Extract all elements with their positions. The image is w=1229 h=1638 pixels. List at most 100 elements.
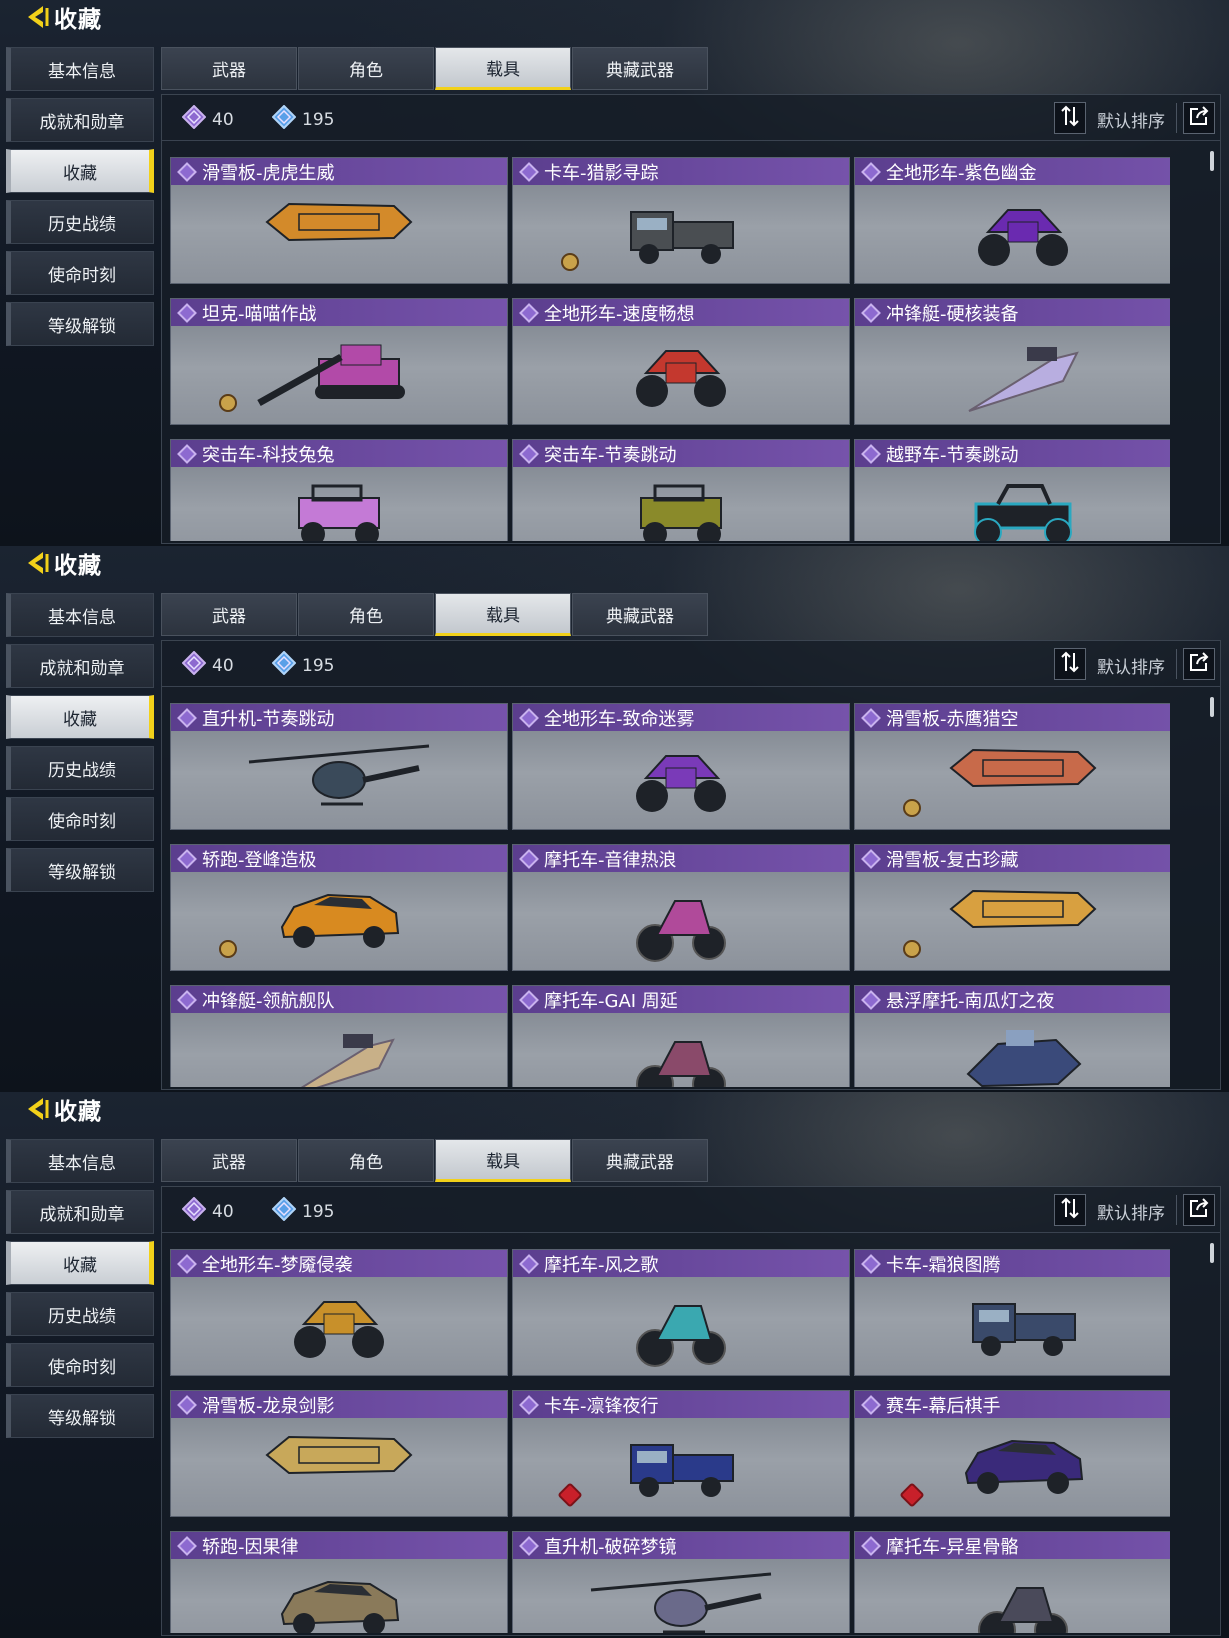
tab[interactable]: 角色 <box>298 593 434 636</box>
vehicle-card[interactable]: 越野车-节奏跳动 <box>854 439 1170 541</box>
vehicle-card[interactable]: 全地形车-致命迷雾 <box>512 703 850 830</box>
sidenav-item[interactable]: 历史战绩 <box>6 746 154 790</box>
vehicle-card[interactable]: 滑雪板-龙泉剑影 <box>170 1390 508 1517</box>
tab[interactable]: 典藏武器 <box>572 47 708 90</box>
sidenav-item[interactable]: 历史战绩 <box>6 1292 154 1336</box>
tab[interactable]: 武器 <box>161 593 297 636</box>
scrollbar[interactable] <box>1210 151 1214 171</box>
vehicle-card[interactable]: 冲锋艇-硬核装备 <box>854 298 1170 425</box>
purple-currency: 40 <box>181 1196 234 1226</box>
sidenav-item[interactable]: 等级解锁 <box>6 302 154 346</box>
vehicle-car-icon <box>274 1566 404 1633</box>
back-arrow-icon[interactable] <box>22 1094 52 1124</box>
scrollbar[interactable] <box>1210 697 1214 717</box>
tab[interactable]: 载具 <box>435 47 571 90</box>
sidenav-item[interactable]: 等级解锁 <box>6 1394 154 1438</box>
vehicle-card[interactable]: 摩托车-GAI 周延 <box>512 985 850 1087</box>
tab[interactable]: 角色 <box>298 1139 434 1182</box>
vehicle-name: 滑雪板-赤鹰猎空 <box>886 708 1019 730</box>
vehicle-name: 坦克-喵喵作战 <box>202 303 317 325</box>
vehicle-name: 摩托车-异星骨骼 <box>886 1536 1019 1558</box>
collection-screen: 收藏 基本信息 成就和勋章 收藏 历史战绩 使命时刻 等级解锁 武器 角色 载具 典藏武器 40 … <box>0 546 1229 1092</box>
sidenav-item[interactable]: 使命时刻 <box>6 251 154 295</box>
vehicle-card[interactable]: 直升机-破碎梦镜 <box>512 1531 850 1633</box>
sidenav-item[interactable]: 成就和勋章 <box>6 98 154 142</box>
sidenav-item[interactable]: 等级解锁 <box>6 848 154 892</box>
divider <box>1176 649 1177 679</box>
gold-badge-icon <box>903 799 921 817</box>
sort-button[interactable] <box>1054 1194 1086 1226</box>
vehicle-heli-icon <box>239 738 439 822</box>
vehicle-card[interactable]: 赛车-幕后棋手 <box>854 1390 1170 1517</box>
vehicle-name: 摩托车-风之歌 <box>544 1254 659 1276</box>
vehicle-truck-icon <box>621 192 741 276</box>
vehicle-card[interactable]: 突击车-科技兔兔 <box>170 439 508 541</box>
vehicle-card[interactable]: 突击车-节奏跳动 <box>512 439 850 541</box>
vehicle-card[interactable]: 卡车-猎影寻踪 <box>512 157 850 284</box>
card-header: 突击车-科技兔兔 <box>171 440 507 467</box>
back-arrow-icon[interactable] <box>22 548 52 578</box>
card-header: 摩托车-音律热浪 <box>513 845 849 872</box>
vehicle-card[interactable]: 坦克-喵喵作战 <box>170 298 508 425</box>
sidenav-item[interactable]: 收藏 <box>6 1241 154 1285</box>
vehicle-card[interactable]: 滑雪板-复古珍藏 <box>854 844 1170 971</box>
vehicle-card[interactable]: 卡车-霜狼图腾 <box>854 1249 1170 1376</box>
sort-label[interactable]: 默认排序 <box>1097 653 1165 678</box>
tab[interactable]: 武器 <box>161 47 297 90</box>
tab[interactable]: 角色 <box>298 47 434 90</box>
sidenav-item[interactable]: 基本信息 <box>6 47 154 91</box>
scrollbar[interactable] <box>1210 1243 1214 1263</box>
vehicle-card[interactable]: 摩托车-异星骨骼 <box>854 1531 1170 1633</box>
rarity-diamond-icon <box>519 707 539 728</box>
collection-content: 40 195 默认排序 全地形车-梦魇侵袭 摩托车-风之歌 卡车-霜狼图腾 滑雪… <box>161 1186 1221 1636</box>
tab[interactable]: 武器 <box>161 1139 297 1182</box>
sidenav-item[interactable]: 基本信息 <box>6 1139 154 1183</box>
tab[interactable]: 载具 <box>435 1139 571 1182</box>
sort-button[interactable] <box>1054 648 1086 680</box>
vehicle-card[interactable]: 摩托车-风之歌 <box>512 1249 850 1376</box>
purple-currency-value: 40 <box>212 109 234 130</box>
toolbar: 40 195 默认排序 <box>162 1187 1220 1233</box>
share-button[interactable] <box>1183 102 1215 134</box>
card-header: 卡车-凛锋夜行 <box>513 1391 849 1418</box>
sidenav-item[interactable]: 成就和勋章 <box>6 1190 154 1234</box>
sort-label[interactable]: 默认排序 <box>1097 1199 1165 1224</box>
vehicle-name: 全地形车-致命迷雾 <box>544 708 695 730</box>
back-arrow-icon[interactable] <box>22 2 52 32</box>
card-header: 全地形车-速度畅想 <box>513 299 849 326</box>
sidenav-item[interactable]: 基本信息 <box>6 593 154 637</box>
collection-screen: 收藏 基本信息 成就和勋章 收藏 历史战绩 使命时刻 等级解锁 武器 角色 载具 典藏武器 40 … <box>0 0 1229 546</box>
vehicle-board-icon <box>259 192 419 256</box>
side-nav: 基本信息成就和勋章收藏历史战绩使命时刻等级解锁 <box>6 593 154 899</box>
share-button[interactable] <box>1183 1194 1215 1226</box>
vehicle-card[interactable]: 滑雪板-赤鹰猎空 <box>854 703 1170 830</box>
sidenav-item[interactable]: 使命时刻 <box>6 797 154 841</box>
sidenav-item[interactable]: 成就和勋章 <box>6 644 154 688</box>
vehicle-card[interactable]: 轿跑-登峰造极 <box>170 844 508 971</box>
vehicle-card[interactable]: 滑雪板-虎虎生威 <box>170 157 508 284</box>
vehicle-name: 突击车-科技兔兔 <box>202 444 335 466</box>
vehicle-card[interactable]: 直升机-节奏跳动 <box>170 703 508 830</box>
share-button[interactable] <box>1183 648 1215 680</box>
vehicle-card[interactable]: 悬浮摩托-南瓜灯之夜 <box>854 985 1170 1087</box>
sidenav-item[interactable]: 使命时刻 <box>6 1343 154 1387</box>
blue-diamond-icon <box>271 650 297 680</box>
sort-label[interactable]: 默认排序 <box>1097 107 1165 132</box>
vehicle-card[interactable]: 冲锋艇-领航舰队 <box>170 985 508 1087</box>
vehicle-card[interactable]: 卡车-凛锋夜行 <box>512 1390 850 1517</box>
card-header: 滑雪板-赤鹰猎空 <box>855 704 1170 731</box>
sort-button[interactable] <box>1054 102 1086 134</box>
vehicle-name: 全地形车-梦魇侵袭 <box>202 1254 353 1276</box>
sidenav-item[interactable]: 收藏 <box>6 695 154 739</box>
tab[interactable]: 典藏武器 <box>572 593 708 636</box>
sidenav-item[interactable]: 历史战绩 <box>6 200 154 244</box>
tab[interactable]: 典藏武器 <box>572 1139 708 1182</box>
sidenav-item[interactable]: 收藏 <box>6 149 154 193</box>
vehicle-card[interactable]: 全地形车-紫色幽金 <box>854 157 1170 284</box>
vehicle-card[interactable]: 轿跑-因果律 <box>170 1531 508 1633</box>
vehicle-card[interactable]: 全地形车-速度畅想 <box>512 298 850 425</box>
tab[interactable]: 载具 <box>435 593 571 636</box>
vehicle-card[interactable]: 全地形车-梦魇侵袭 <box>170 1249 508 1376</box>
vehicle-car-icon <box>274 879 404 959</box>
vehicle-card[interactable]: 摩托车-音律热浪 <box>512 844 850 971</box>
